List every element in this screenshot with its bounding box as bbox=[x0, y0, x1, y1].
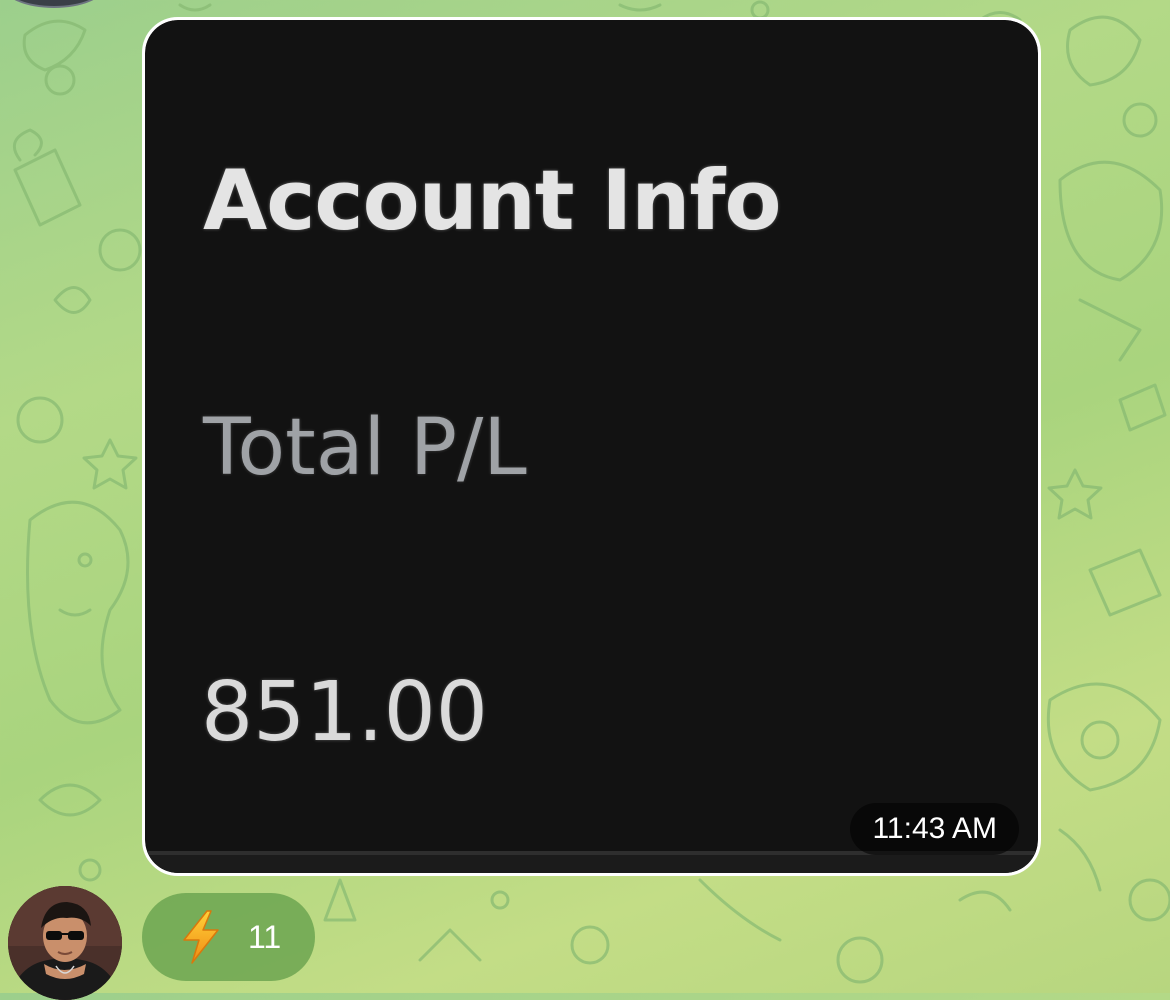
image-message-bubble[interactable]: Account Info Total P/L 851.00 11:43 AM bbox=[142, 17, 1041, 876]
avatar-portrait bbox=[8, 886, 122, 1000]
photo-title: Account Info bbox=[203, 152, 782, 249]
photo-value: 851.00 bbox=[201, 665, 488, 760]
previous-avatar[interactable] bbox=[2, 0, 106, 8]
photo-label: Total P/L bbox=[203, 403, 527, 493]
screenshot-photo[interactable]: Account Info Total P/L 851.00 11:43 AM bbox=[145, 20, 1038, 873]
lightning-icon bbox=[183, 910, 219, 964]
reaction-pill[interactable]: 11 bbox=[142, 893, 315, 981]
sender-avatar[interactable] bbox=[8, 886, 122, 1000]
message-timestamp: 11:43 AM bbox=[850, 803, 1019, 855]
reaction-count: 11 bbox=[248, 918, 282, 955]
